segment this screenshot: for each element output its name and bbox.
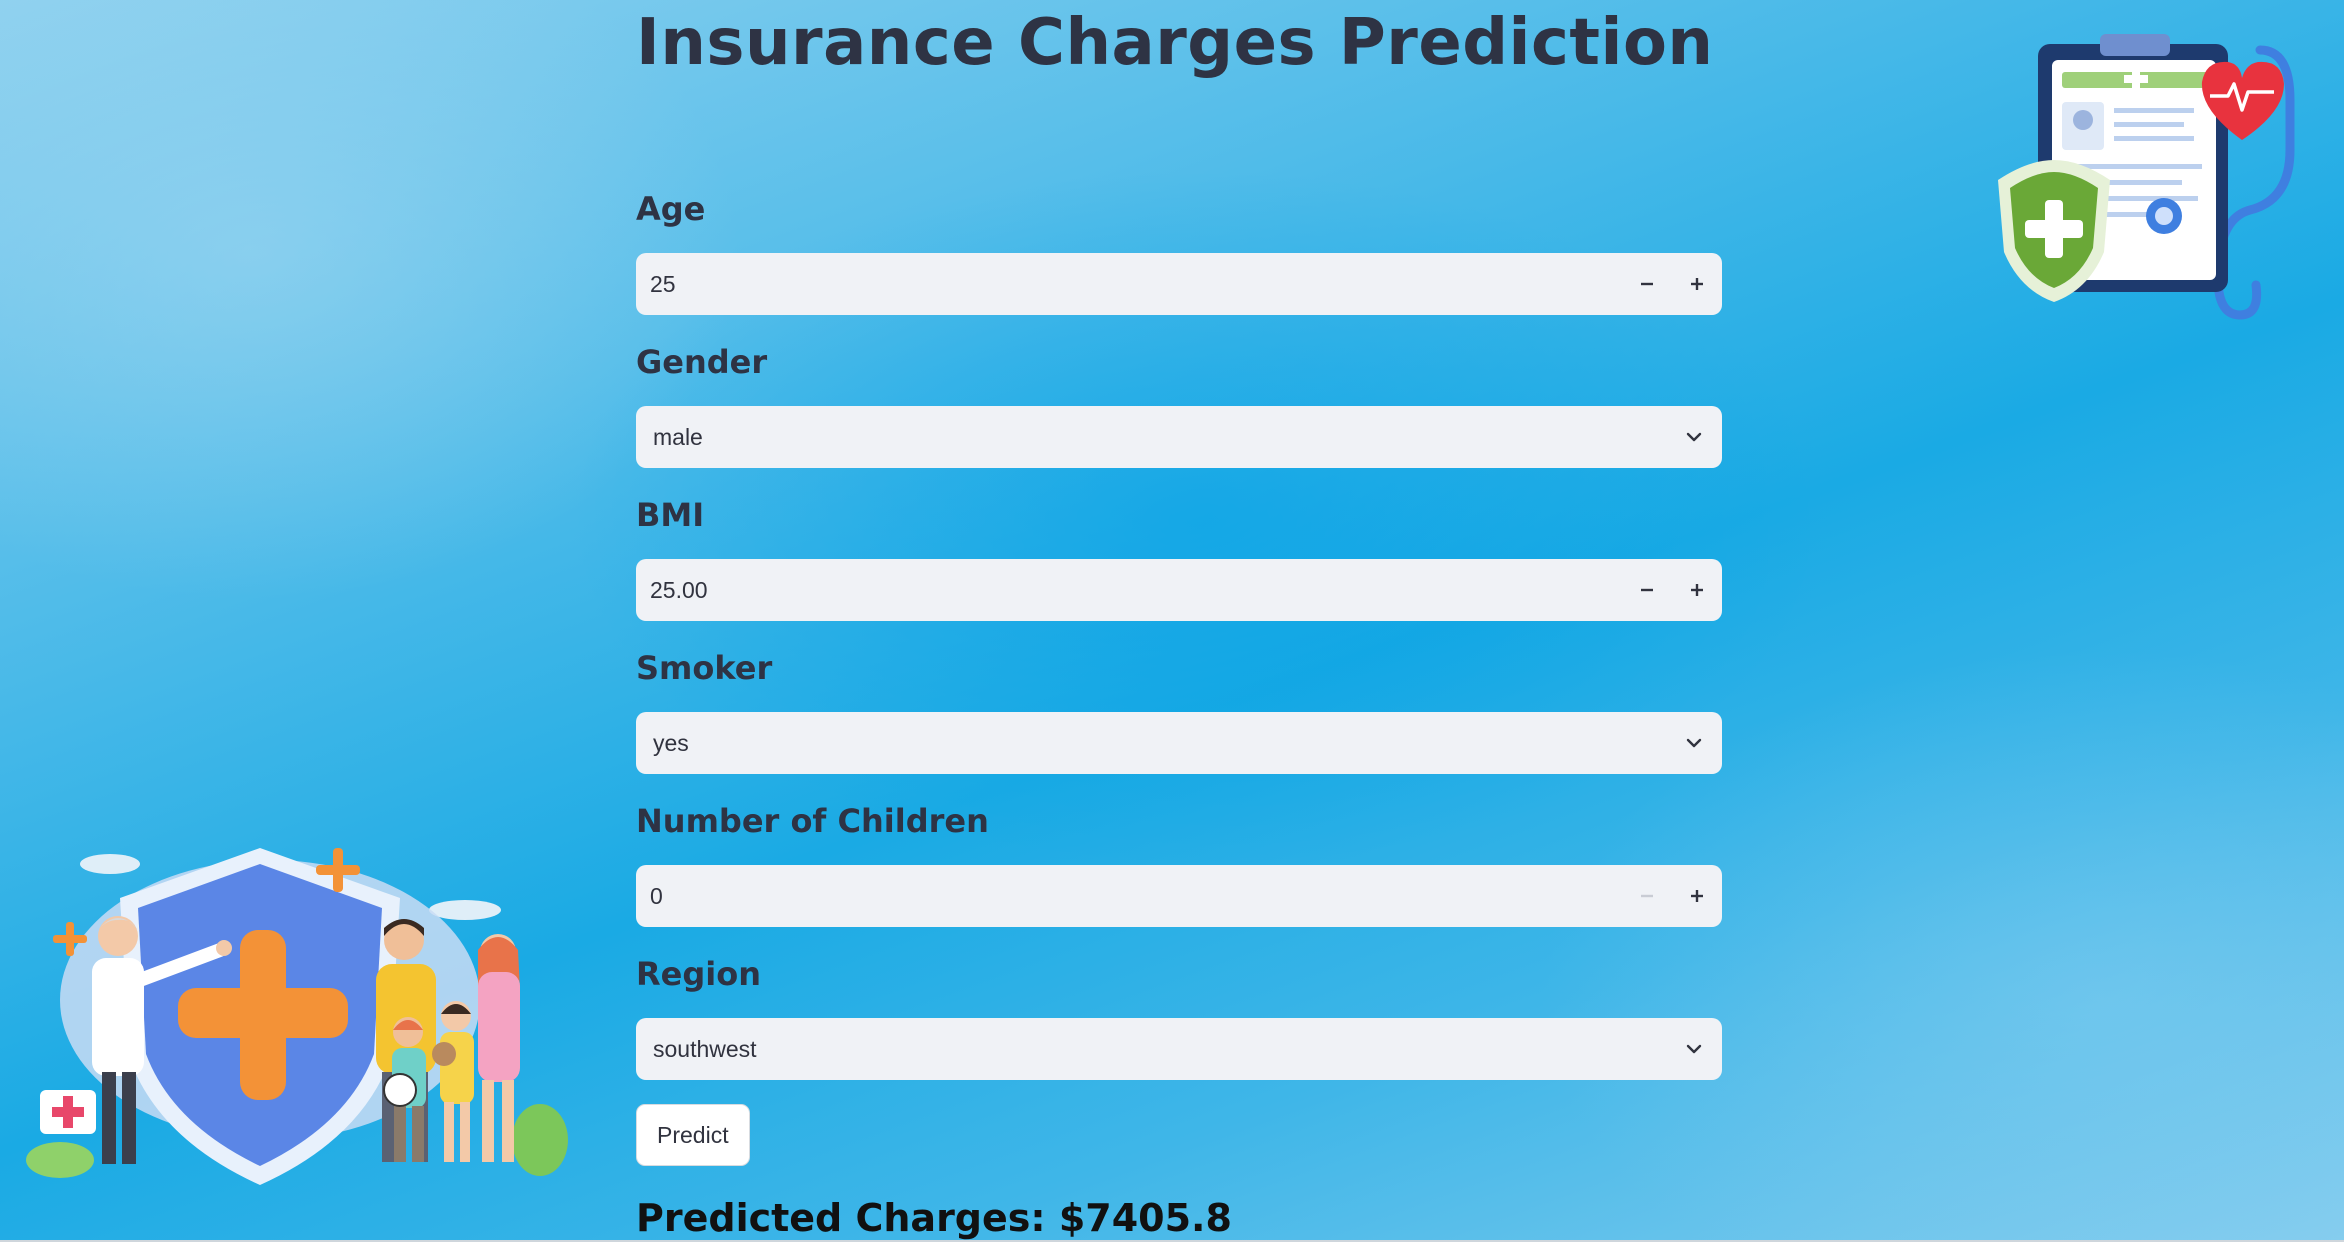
smoker-select[interactable]: yes — [636, 712, 1722, 774]
minus-icon — [1641, 282, 1653, 286]
chevron-down-icon — [1686, 432, 1702, 442]
insurance-family-illustration — [26, 848, 568, 1185]
minus-icon — [1641, 894, 1653, 898]
smoker-label: Smoker — [636, 649, 773, 687]
plus-icon — [1691, 584, 1703, 596]
children-decrement-button[interactable] — [1622, 865, 1672, 927]
children-label: Number of Children — [636, 802, 989, 840]
gender-value: male — [653, 424, 703, 450]
plus-icon — [1691, 890, 1703, 902]
chevron-down-icon — [1686, 738, 1702, 748]
bmi-value[interactable]: 25.00 — [650, 559, 708, 621]
age-value[interactable]: 25 — [650, 253, 676, 315]
smoker-value: yes — [653, 730, 689, 756]
chevron-down-icon — [1686, 1044, 1702, 1054]
gender-label: Gender — [636, 343, 768, 381]
bmi-number-input[interactable]: 25.00 — [636, 559, 1722, 621]
gender-select[interactable]: male — [636, 406, 1722, 468]
age-decrement-button[interactable] — [1622, 253, 1672, 315]
medical-clipboard-illustration — [1998, 34, 2295, 320]
children-number-input[interactable]: 0 — [636, 865, 1722, 927]
children-value[interactable]: 0 — [650, 865, 663, 927]
minus-icon — [1641, 588, 1653, 592]
bmi-label: BMI — [636, 496, 705, 534]
region-select[interactable]: southwest — [636, 1018, 1722, 1080]
age-number-input[interactable]: 25 — [636, 253, 1722, 315]
page-title: Insurance Charges Prediction — [636, 6, 1714, 80]
predicted-charges-text: Predicted Charges: $7405.8 — [636, 1196, 1232, 1240]
region-label: Region — [636, 955, 761, 993]
bmi-decrement-button[interactable] — [1622, 559, 1672, 621]
bmi-increment-button[interactable] — [1672, 559, 1722, 621]
age-increment-button[interactable] — [1672, 253, 1722, 315]
plus-icon — [1691, 278, 1703, 290]
predict-button[interactable]: Predict — [636, 1104, 750, 1166]
region-value: southwest — [653, 1036, 757, 1062]
children-increment-button[interactable] — [1672, 865, 1722, 927]
age-label: Age — [636, 190, 706, 228]
